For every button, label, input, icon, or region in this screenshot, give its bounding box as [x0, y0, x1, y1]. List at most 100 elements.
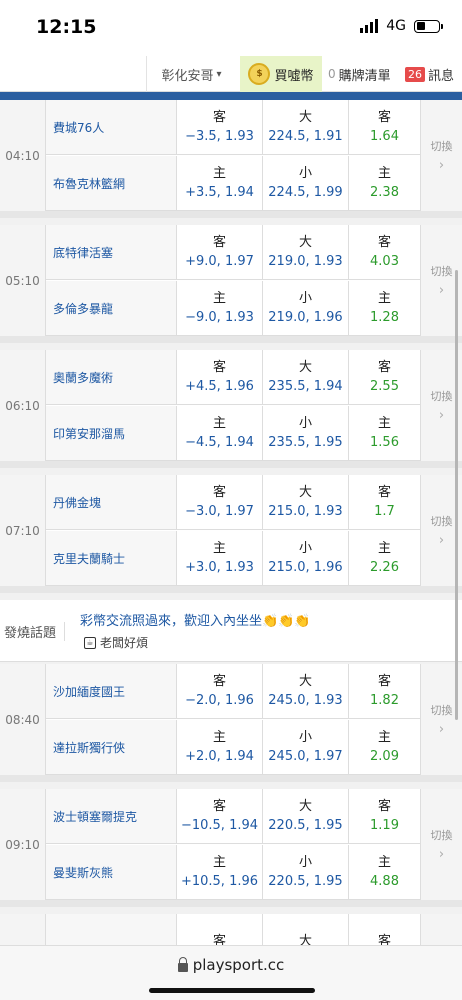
- home-team-name[interactable]: 布魯克林籃網: [46, 156, 176, 211]
- away-team-name[interactable]: 沙加緬度國王: [46, 664, 176, 719]
- game-time: 06:10: [0, 350, 46, 461]
- buy-coin-button[interactable]: $ 買噓幣: [240, 56, 322, 92]
- away-spread-odds-cell[interactable]: 客 −3.5, 1.93: [176, 100, 262, 155]
- cart-button[interactable]: 0 購牌清單: [326, 56, 402, 92]
- odds-value: 220.5, 1.95: [268, 818, 343, 833]
- odds-type-label: 大: [298, 933, 312, 946]
- odds-type-label: 大: [298, 360, 312, 375]
- home-team-name[interactable]: 曼斐斯灰熊: [46, 845, 176, 900]
- home-ml-odds-cell[interactable]: 主 4.88: [348, 845, 420, 900]
- away-team-name[interactable]: 奧蘭多魔術: [46, 350, 176, 405]
- away-spread-odds-cell[interactable]: 客 +4.5, 1.96: [176, 350, 262, 405]
- switch-button[interactable]: 切換›: [420, 914, 462, 945]
- away-spread-odds-cell[interactable]: 客: [176, 914, 262, 945]
- scrollbar[interactable]: [455, 270, 458, 720]
- home-total-odds-cell[interactable]: 小 235.5, 1.95: [262, 406, 348, 461]
- home-spread-odds-cell[interactable]: 主 +3.0, 1.93: [176, 531, 262, 586]
- odds-type-label: 客: [377, 799, 391, 814]
- home-spread-odds-cell[interactable]: 主 +2.0, 1.94: [176, 720, 262, 775]
- away-ml-odds-cell[interactable]: 客 1.64: [348, 100, 420, 155]
- home-spread-odds-cell[interactable]: 主 +3.5, 1.94: [176, 156, 262, 211]
- odds-value: −3.0, 1.97: [185, 504, 254, 519]
- odds-type-label: 主: [212, 541, 226, 556]
- home-total-odds-cell[interactable]: 小 245.0, 1.97: [262, 720, 348, 775]
- buy-coin-label: 買噓幣: [274, 68, 314, 84]
- away-team-name[interactable]: [46, 914, 176, 945]
- home-spread-odds-cell[interactable]: 主 −9.0, 1.93: [176, 281, 262, 336]
- away-total-odds-cell[interactable]: 大 245.0, 1.93: [262, 664, 348, 719]
- away-team-name[interactable]: 費城76人: [46, 100, 176, 155]
- home-ml-odds-cell[interactable]: 主 1.28: [348, 281, 420, 336]
- away-spread-odds-cell[interactable]: 客 −10.5, 1.94: [176, 789, 262, 844]
- message-count-badge: 26: [405, 66, 425, 82]
- away-ml-odds-cell[interactable]: 客 1.19: [348, 789, 420, 844]
- odds-value: 245.0, 1.93: [268, 693, 343, 708]
- away-ml-odds-cell[interactable]: 客: [348, 914, 420, 945]
- chevron-right-icon: ›: [438, 408, 445, 423]
- away-team-name[interactable]: 底特律活塞: [46, 225, 176, 280]
- away-ml-odds-cell[interactable]: 客 4.03: [348, 225, 420, 280]
- away-total-odds-cell[interactable]: 大 220.5, 1.95: [262, 789, 348, 844]
- home-total-odds-cell[interactable]: 小 215.0, 1.96: [262, 531, 348, 586]
- messages-label: 訊息: [428, 68, 455, 84]
- switch-label: 切換: [430, 140, 453, 153]
- odds-value: 2.26: [370, 560, 399, 575]
- home-team-name[interactable]: 多倫多暴龍: [46, 281, 176, 336]
- odds-value: 1.56: [370, 435, 399, 450]
- odds-type-label: 主: [212, 730, 226, 745]
- game-block: 客 大 客 切換›: [0, 914, 462, 945]
- away-team-name[interactable]: 波士頓塞爾提克: [46, 789, 176, 844]
- home-total-odds-cell[interactable]: 小 219.0, 1.96: [262, 281, 348, 336]
- away-spread-odds-cell[interactable]: 客 −2.0, 1.96: [176, 664, 262, 719]
- switch-button[interactable]: 切換›: [420, 100, 462, 211]
- odds-value: 220.5, 1.95: [268, 874, 343, 889]
- game-time: [0, 914, 46, 945]
- odds-type-label: 主: [212, 166, 226, 181]
- hot-topic-bar[interactable]: 發燒話題 彩幣交流照過來，歡迎入內坐坐👏👏👏 ☕ 老闆好煩: [0, 600, 462, 662]
- game-time: 09:10: [0, 789, 46, 900]
- home-team-name[interactable]: 達拉斯獨行俠: [46, 720, 176, 775]
- top-nav: 彰化安哥 ▾ $ 買噓幣 0 購牌清單 26 訊息: [0, 56, 462, 92]
- messages-button[interactable]: 26 訊息: [405, 56, 462, 92]
- home-ml-odds-cell[interactable]: 主 1.56: [348, 406, 420, 461]
- home-spread-odds-cell[interactable]: 主 +10.5, 1.96: [176, 845, 262, 900]
- home-total-odds-cell[interactable]: 小 224.5, 1.99: [262, 156, 348, 211]
- away-ml-odds-cell[interactable]: 客 2.55: [348, 350, 420, 405]
- home-team-name[interactable]: 印第安那溜馬: [46, 406, 176, 461]
- user-menu[interactable]: 彰化安哥 ▾: [146, 56, 236, 92]
- home-spread-odds-cell[interactable]: 主 −4.5, 1.94: [176, 406, 262, 461]
- away-total-odds-cell[interactable]: 大: [262, 914, 348, 945]
- away-spread-odds-cell[interactable]: 客 +9.0, 1.97: [176, 225, 262, 280]
- odds-type-label: 主: [377, 291, 391, 306]
- battery-icon: [414, 19, 443, 33]
- odds-type-label: 客: [377, 674, 391, 689]
- odds-value: 1.82: [370, 693, 399, 708]
- game-block: 08:40 沙加緬度國王 客 −2.0, 1.96 大 245.0, 1.93 客 1.82 達…: [0, 664, 462, 782]
- home-total-odds-cell[interactable]: 小 220.5, 1.95: [262, 845, 348, 900]
- user-name: 彰化安哥: [161, 68, 214, 84]
- hot-topic-link[interactable]: 彩幣交流照過來，歡迎入內坐坐👏👏👏: [80, 610, 311, 629]
- odds-value: 1.7: [374, 504, 395, 519]
- odds-type-label: 小: [298, 730, 312, 745]
- url-display[interactable]: playsport.cc: [0, 956, 462, 974]
- home-ml-odds-cell[interactable]: 主 2.38: [348, 156, 420, 211]
- odds-type-label: 客: [212, 799, 226, 814]
- switch-button[interactable]: 切換›: [420, 789, 462, 900]
- away-total-odds-cell[interactable]: 大 224.5, 1.91: [262, 100, 348, 155]
- home-team-name[interactable]: 克里夫蘭騎士: [46, 531, 176, 586]
- odds-value: 219.0, 1.96: [268, 310, 343, 325]
- status-right: 4G: [360, 18, 443, 34]
- away-team-name[interactable]: 丹佛金塊: [46, 475, 176, 530]
- away-spread-odds-cell[interactable]: 客 −3.0, 1.97: [176, 475, 262, 530]
- away-total-odds-cell[interactable]: 大 219.0, 1.93: [262, 225, 348, 280]
- away-ml-odds-cell[interactable]: 客 1.82: [348, 664, 420, 719]
- network-label: 4G: [386, 18, 406, 34]
- away-ml-odds-cell[interactable]: 客 1.7: [348, 475, 420, 530]
- away-total-odds-cell[interactable]: 大 215.0, 1.93: [262, 475, 348, 530]
- home-ml-odds-cell[interactable]: 主 2.09: [348, 720, 420, 775]
- odds-value: 245.0, 1.97: [268, 749, 343, 764]
- away-total-odds-cell[interactable]: 大 235.5, 1.94: [262, 350, 348, 405]
- home-ml-odds-cell[interactable]: 主 2.26: [348, 531, 420, 586]
- switch-label: 切換: [430, 829, 453, 842]
- odds-value: 1.64: [370, 129, 399, 144]
